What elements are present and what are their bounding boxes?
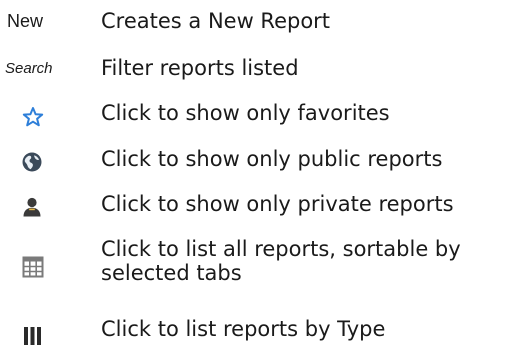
legend-row-search: Search Filter reports listed bbox=[0, 53, 516, 83]
legend-row-public: Click to show only public reports bbox=[0, 146, 516, 176]
legend-description: Click to show only public reports bbox=[101, 147, 443, 171]
grid-table-icon bbox=[22, 256, 44, 278]
legend-row-new: New Creates a New Report bbox=[0, 6, 516, 36]
legend-description: Click to show only favorites bbox=[101, 101, 390, 125]
star-outline-icon bbox=[22, 106, 44, 128]
legend-row-by-type: Click to list reports by Type bbox=[0, 316, 516, 350]
legend-description: Creates a New Report bbox=[101, 9, 331, 33]
legend-row-private: Click to show only private reports bbox=[0, 191, 516, 221]
globe-icon bbox=[21, 151, 43, 173]
search-label: Search bbox=[0, 53, 86, 83]
search-field-label: Search bbox=[5, 59, 53, 77]
new-label: New bbox=[0, 6, 86, 36]
new-button-label: New bbox=[7, 10, 44, 31]
legend-row-favorites: Click to show only favorites bbox=[0, 100, 516, 130]
legend-description: Click to show only private reports bbox=[101, 192, 454, 216]
icon-legend: New Creates a New Report Search Filter r… bbox=[0, 0, 516, 358]
legend-description: Click to list reports by Type bbox=[101, 317, 386, 341]
legend-row-all-reports: Click to list all reports, sortable by s… bbox=[0, 237, 516, 299]
person-icon bbox=[21, 196, 43, 218]
columns-icon bbox=[22, 324, 44, 346]
legend-description: Click to list all reports, sortable by s… bbox=[101, 237, 461, 285]
legend-description: Filter reports listed bbox=[101, 56, 299, 80]
